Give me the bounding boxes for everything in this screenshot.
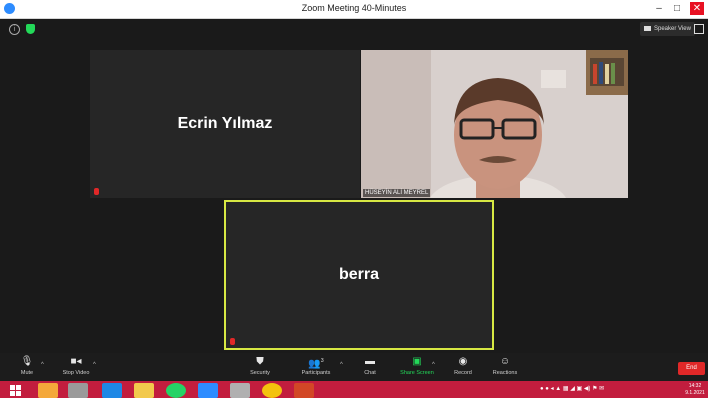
participants-label: Participants	[301, 370, 331, 376]
stop-video-label: Stop Video	[62, 370, 90, 376]
file-explorer-icon[interactable]	[134, 383, 154, 398]
clock-date: 9.1.2021	[685, 390, 705, 396]
participant-video-tile[interactable]: HÜSEYİN ALİ MEYREL	[361, 50, 628, 198]
chrome-icon[interactable]	[262, 383, 282, 398]
participant-tile-berra-active-speaker[interactable]: berra	[224, 200, 494, 350]
reactions-smiley-icon: ☺	[499, 356, 511, 367]
reactions-button[interactable]: ☺ Reactions	[481, 356, 529, 376]
window-title: Zoom Meeting 40-Minutes	[301, 3, 407, 13]
windows-start-icon[interactable]	[8, 383, 28, 398]
security-label: Security	[250, 370, 270, 376]
internet-explorer-icon[interactable]	[102, 383, 122, 398]
fullscreen-icon[interactable]	[694, 24, 704, 34]
close-button[interactable]: ✕	[690, 2, 704, 15]
participants-options-caret-icon[interactable]: ^	[340, 362, 343, 368]
system-tray-icons[interactable]: ● ● ◂ ▲ ▦ ◢ ▣ ◀) ⚑ ✉	[540, 385, 604, 392]
taskbar-clock[interactable]: 14:32 9.1.2021	[684, 383, 706, 397]
whatsapp-icon[interactable]	[166, 383, 186, 398]
video-options-caret-icon[interactable]: ^	[93, 362, 96, 368]
chat-button[interactable]: ▬ Chat	[346, 356, 394, 376]
taskbar-app-icon[interactable]	[230, 383, 250, 398]
end-meeting-button[interactable]: End	[678, 362, 705, 375]
participant-tile-ecrin[interactable]: Ecrin Yılmaz	[90, 50, 360, 198]
share-options-caret-icon[interactable]: ^	[432, 362, 435, 368]
audio-options-caret-icon[interactable]: ^	[41, 362, 44, 368]
chat-label: Chat	[364, 370, 376, 376]
record-label: Record	[454, 370, 472, 376]
zoom-taskbar-icon[interactable]	[198, 383, 218, 398]
share-screen-label: Share Screen	[400, 370, 434, 376]
restore-button[interactable]: □	[670, 2, 684, 15]
powerpoint-icon[interactable]	[294, 383, 314, 398]
record-button[interactable]: ◉ Record	[439, 356, 487, 376]
participant-name: Ecrin Yılmaz	[177, 115, 273, 132]
gallery-grid-icon	[644, 25, 651, 31]
reactions-label: Reactions	[492, 370, 518, 376]
title-bar: Zoom Meeting 40-Minutes – □ ✕	[0, 0, 708, 19]
taskbar-app-icon[interactable]	[68, 383, 88, 398]
mic-muted-icon	[230, 338, 235, 345]
participants-button[interactable]: 👥3 Participants	[292, 356, 340, 376]
mute-label: Mute	[20, 370, 34, 376]
speaker-view-button[interactable]: Speaker View	[640, 22, 695, 36]
encryption-shield-icon[interactable]	[26, 24, 35, 34]
participant-name-label: HÜSEYİN ALİ MEYREL	[363, 189, 431, 197]
chat-bubble-icon: ▬	[365, 356, 375, 367]
record-icon: ◉	[458, 356, 468, 367]
clock-time: 14:32	[688, 383, 702, 389]
speaker-view-label: Speaker View	[654, 26, 691, 32]
minimize-button[interactable]: –	[652, 2, 666, 15]
security-button[interactable]: ⛊ Security	[236, 356, 284, 376]
participants-count: 3	[320, 358, 324, 364]
meeting-info-icon[interactable]: i	[9, 24, 20, 35]
security-shield-icon: ⛊	[256, 356, 264, 367]
taskbar-app-icon[interactable]	[38, 383, 58, 398]
participants-icon: 👥3	[308, 358, 324, 370]
mic-muted-icon	[94, 188, 99, 195]
participant-name: berra	[338, 266, 380, 283]
participant-video	[361, 50, 628, 198]
